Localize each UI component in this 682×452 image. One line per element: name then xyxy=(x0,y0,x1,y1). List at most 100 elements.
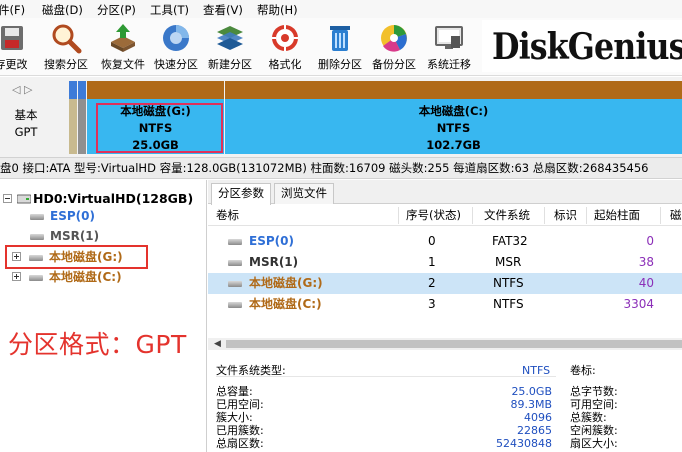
save-changes-button[interactable]: 存更改 xyxy=(0,20,40,74)
scroll-left-arrow-icon[interactable]: ◀ xyxy=(214,339,221,349)
row-index: 1 xyxy=(428,255,436,269)
used-clusters-label: 已用簇数: xyxy=(216,424,264,437)
save-icon xyxy=(1,26,23,50)
used-space-value: 89.3MB xyxy=(510,398,552,411)
disk-map: ◁ ▷ 基本 GPT 本地磁盘(G:) NTFS 25.0GB 本地磁盘(C:)… xyxy=(0,77,682,157)
table-row[interactable]: ESP(0) 0 FAT32 0 xyxy=(208,231,682,252)
tab-browse-files[interactable]: 浏览文件 xyxy=(274,183,334,204)
col-header-label[interactable]: 卷标 xyxy=(216,205,239,225)
total-capacity-value: 25.0GB xyxy=(511,385,552,398)
partition-g-size: 25.0GB xyxy=(132,138,179,152)
col-header-flag[interactable]: 标识 xyxy=(554,205,577,225)
recover-files-label: 恢复文件 xyxy=(101,58,145,71)
row-label: ESP(0) xyxy=(249,234,294,248)
disk-nav-arrows[interactable]: ◁ ▷ xyxy=(12,83,32,96)
horizontal-scrollbar[interactable]: ◀ xyxy=(208,338,682,350)
partition-drive-icon xyxy=(228,281,242,287)
row-fs: FAT32 xyxy=(492,234,528,248)
col-header-index[interactable]: 序号(状态) xyxy=(406,205,461,225)
quick-partition-button[interactable]: 快速分区 xyxy=(147,20,205,74)
tree-expand-toggle[interactable] xyxy=(12,272,21,281)
partition-drive-icon xyxy=(30,214,44,220)
menu-file[interactable]: 件(F) xyxy=(0,2,25,18)
total-bytes-label: 总字节数: xyxy=(570,385,618,398)
backup-icon xyxy=(381,25,407,52)
tree-item-label: MSR(1) xyxy=(50,229,100,243)
tab-partition-params[interactable]: 分区参数 xyxy=(211,183,271,205)
partition-strip-msr[interactable] xyxy=(78,81,86,154)
row-index: 0 xyxy=(428,234,436,248)
partition-drive-icon xyxy=(228,239,242,245)
system-migration-button[interactable]: 系统迁移 xyxy=(420,20,478,74)
format-button[interactable]: 格式化 xyxy=(256,20,314,74)
total-capacity-label: 总容量: xyxy=(216,385,253,398)
disk-tree: HD0:VirtualHD(128GB) ESP(0) MSR(1) 本地磁盘(… xyxy=(0,180,207,452)
free-space-label: 可用空间: xyxy=(570,398,618,411)
disk-type-label: 基本 GPT xyxy=(10,107,42,141)
disk-info-line: 盘0 接口:ATA 型号:VirtualHD 容量:128.0GB(131072… xyxy=(0,157,682,179)
partition-strip-esp[interactable] xyxy=(69,81,77,154)
row-fs: MSR xyxy=(495,255,522,269)
row-label: 本地磁盘(C:) xyxy=(249,297,322,311)
row-index: 3 xyxy=(428,297,436,311)
tree-g-highlight-box xyxy=(5,245,148,269)
col-header-head[interactable]: 磁 xyxy=(670,205,682,225)
magnifier-icon xyxy=(52,24,82,54)
scrollbar-thumb[interactable] xyxy=(226,340,682,348)
partition-g-fs: NTFS xyxy=(138,121,173,135)
total-clusters-label: 总簇数: xyxy=(570,411,607,424)
partition-format-annotation: 分区格式：GPT xyxy=(8,330,187,359)
backup-partition-label: 备份分区 xyxy=(372,58,416,71)
used-clusters-value: 22865 xyxy=(517,424,552,437)
partition-c-size: 102.7GB xyxy=(426,138,481,152)
format-label: 格式化 xyxy=(268,58,302,71)
menu-help[interactable]: 帮助(H) xyxy=(257,2,298,18)
recover-files-icon xyxy=(111,24,135,52)
col-header-fs[interactable]: 文件系统 xyxy=(484,205,530,225)
delete-partition-label: 删除分区 xyxy=(318,58,362,71)
backup-partition-button[interactable]: 备份分区 xyxy=(365,20,423,74)
system-migration-label: 系统迁移 xyxy=(427,58,471,71)
delete-partition-button[interactable]: 删除分区 xyxy=(311,20,369,74)
partition-c-name: 本地磁盘(C:) xyxy=(418,104,489,118)
migrate-icon xyxy=(435,26,463,49)
row-index: 2 xyxy=(428,276,436,290)
partition-details-pane: 分区参数 浏览文件 卷标 序号(状态) 文件系统 标识 起始柱面 磁 ESP(0… xyxy=(208,180,682,452)
total-sectors-value: 52430848 xyxy=(496,437,552,450)
partition-strip-g[interactable]: 本地磁盘(G:) NTFS 25.0GB xyxy=(87,81,224,154)
new-partition-button[interactable]: 新建分区 xyxy=(201,20,259,74)
table-row-selected[interactable]: 本地磁盘(G:) 2 NTFS 40 xyxy=(208,273,682,294)
col-header-start-cyl[interactable]: 起始柱面 xyxy=(594,205,640,225)
menu-disk[interactable]: 磁盘(D) xyxy=(42,2,83,18)
sector-size-label: 扇区大小: xyxy=(570,437,618,450)
free-clusters-label: 空闲簇数: xyxy=(570,424,618,437)
tab-bar: 分区参数 浏览文件 xyxy=(208,180,682,205)
trash-icon xyxy=(330,26,350,51)
row-label: MSR(1) xyxy=(249,255,299,269)
row-start-cyl: 3304 xyxy=(623,297,654,311)
menu-view[interactable]: 查看(V) xyxy=(203,2,243,18)
search-partition-button[interactable]: 搜索分区 xyxy=(37,20,95,74)
partition-g-name: 本地磁盘(G:) xyxy=(120,104,191,118)
row-start-cyl: 40 xyxy=(638,276,654,290)
menu-tools[interactable]: 工具(T) xyxy=(150,2,189,18)
save-changes-label: 存更改 xyxy=(0,58,28,71)
recover-files-button[interactable]: 恢复文件 xyxy=(94,20,152,74)
table-row[interactable]: 本地磁盘(C:) 3 NTFS 3304 xyxy=(208,294,682,315)
row-start-cyl: 38 xyxy=(638,255,654,269)
tree-item-label: ESP(0) xyxy=(50,209,95,223)
search-partition-label: 搜索分区 xyxy=(44,58,88,71)
tree-collapse-toggle[interactable] xyxy=(3,194,12,203)
partition-details: 文件系统类型: NTFS 卷标: 总容量: 25.0GB 总字节数: 已用空间:… xyxy=(208,358,682,452)
quick-partition-icon xyxy=(163,25,189,51)
partition-strip-c[interactable]: 本地磁盘(C:) NTFS 102.7GB xyxy=(225,81,682,154)
hard-disk-icon xyxy=(17,194,31,204)
partition-drive-icon xyxy=(228,260,242,266)
partition-drive-icon xyxy=(228,302,242,308)
row-label: 本地磁盘(G:) xyxy=(249,276,323,290)
row-fs: NTFS xyxy=(493,276,524,290)
table-row[interactable]: MSR(1) 1 MSR 38 xyxy=(208,252,682,273)
cluster-size-label: 簇大小: xyxy=(216,411,253,424)
tree-item-label: 本地磁盘(C:) xyxy=(49,270,122,284)
menu-partition[interactable]: 分区(P) xyxy=(97,2,136,18)
